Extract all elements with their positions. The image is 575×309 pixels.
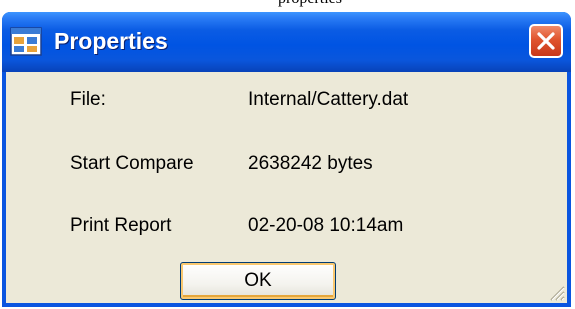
resize-grip-icon[interactable] [545,281,565,301]
start-compare-label: Start Compare [70,153,194,174]
print-report-label: Print Report [70,215,172,236]
page-caption: properties [0,0,575,12]
start-compare-value: 2638242 bytes [248,153,373,174]
close-icon [537,32,555,50]
file-label: File: [70,89,106,110]
ok-button[interactable]: OK [180,262,336,300]
file-value: Internal/Cattery.dat [248,89,409,110]
print-report-value: 02-20-08 10:14am [248,215,404,236]
title-bar[interactable]: Properties [2,12,571,72]
close-button[interactable] [529,24,563,58]
properties-window-icon [10,26,42,58]
window-title: Properties [54,28,168,54]
dialog-client-area: File: Internal/Cattery.dat Start Compare… [6,72,567,303]
page-caption-text: properties [278,0,342,7]
properties-dialog: Properties File: Internal/Cattery.dat St… [2,12,571,307]
